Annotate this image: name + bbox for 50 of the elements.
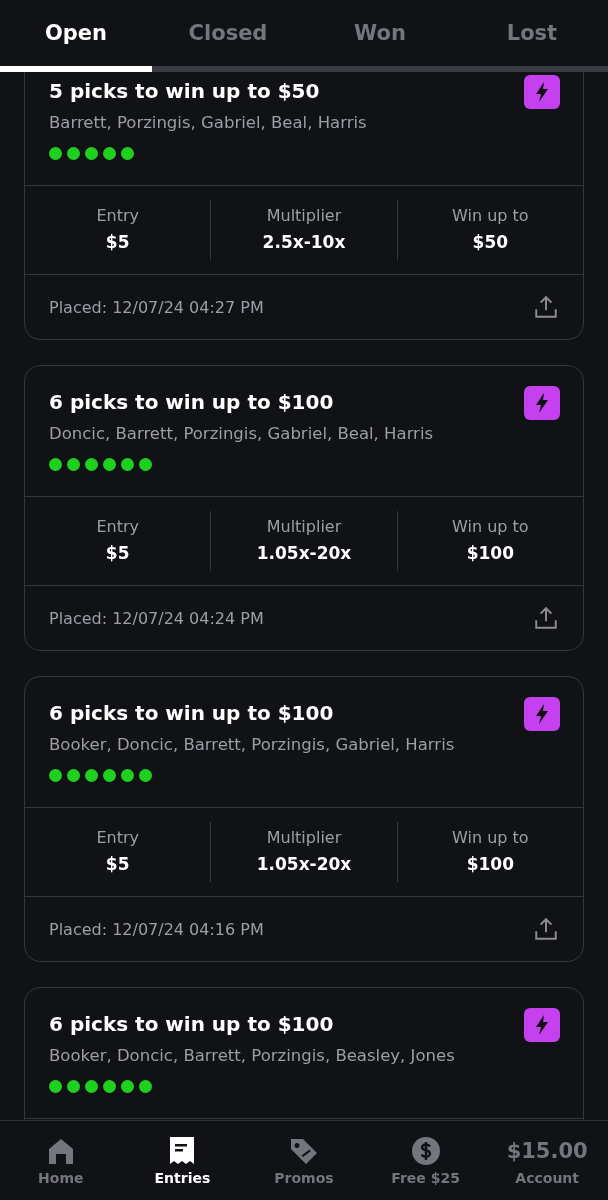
- nav-item[interactable]: Entries: [121, 1121, 244, 1200]
- entry-card[interactable]: 6 picks to win up to $100 Booker, Doncic, Barrett, Porzingis, Gabriel, Harris Entry $5 Multiplier 1.05x-20x Win up to $100 Placed: 12/07/24 04:16 PM: [24, 676, 584, 962]
- player-list: Booker, Doncic, Barrett, Porzingis, Beasley, Jones: [49, 1040, 524, 1072]
- placed-time: Placed: 12/07/24 04:16 PM: [49, 919, 264, 939]
- stat-value: 1.05x-20x: [256, 542, 352, 565]
- stat-label: Entry: [96, 827, 139, 849]
- stat-value: $100: [466, 853, 514, 876]
- tab[interactable]: Open: [0, 0, 152, 72]
- nav-item[interactable]: Promos: [243, 1121, 365, 1200]
- share-icon[interactable]: [533, 916, 559, 942]
- stat-label: Multiplier: [266, 205, 342, 227]
- placed-time: Placed: 12/07/24 04:24 PM: [49, 608, 264, 628]
- dollar-icon: [410, 1135, 441, 1166]
- stat-value: $5: [105, 231, 130, 254]
- tab[interactable]: Closed: [152, 0, 304, 72]
- stat-label: Win up to: [452, 516, 529, 538]
- tab[interactable]: Won: [304, 0, 456, 72]
- account-balance: $15.00: [506, 1137, 588, 1165]
- stat-label: Win up to: [452, 827, 529, 849]
- share-icon[interactable]: [533, 294, 559, 320]
- nav-item[interactable]: Home: [0, 1121, 122, 1200]
- stat-label: Multiplier: [266, 827, 342, 849]
- player-list: Booker, Doncic, Barrett, Porzingis, Gabriel, Harris: [49, 729, 524, 761]
- entry-title: 6 picks to win up to $100: [49, 700, 335, 727]
- entry-card[interactable]: 6 picks to win up to $100 Doncic, Barrett, Porzingis, Gabriel, Beal, Harris Entry $5 Multiplier 1.05x-20x Win up to $100 Placed: 12/07/24 04:24 PM: [24, 365, 584, 651]
- share-icon[interactable]: [533, 605, 559, 631]
- stat-value: $5: [105, 853, 130, 876]
- stat-value: 1.05x-20x: [256, 853, 352, 876]
- entry-title: 5 picks to win up to $50: [49, 78, 321, 105]
- stat-label: Entry: [96, 205, 139, 227]
- stat-value: $50: [472, 231, 509, 254]
- entry-title: 6 picks to win up to $100: [49, 389, 335, 416]
- player-list: Barrett, Porzingis, Gabriel, Beal, Harris: [49, 107, 524, 139]
- placed-time: Placed: 12/07/24 04:27 PM: [49, 297, 264, 317]
- lightning-icon: [524, 386, 560, 420]
- stat-label: Multiplier: [266, 516, 342, 538]
- tab[interactable]: Lost: [456, 0, 608, 72]
- lightning-icon: [524, 1008, 560, 1042]
- stat-value: $5: [105, 542, 130, 565]
- nav-item[interactable]: Free $25: [364, 1121, 487, 1200]
- player-list: Doncic, Barrett, Porzingis, Gabriel, Beal, Harris: [49, 418, 524, 450]
- lightning-icon: [524, 697, 560, 731]
- lightning-icon: [524, 75, 560, 109]
- stat-label: Entry: [96, 516, 139, 538]
- stat-label: Win up to: [452, 205, 529, 227]
- entry-card[interactable]: 5 picks to win up to $50 Barrett, Porzingis, Gabriel, Beal, Harris Entry $5 Multiplier 2.5x-10x Win up to $50 Placed: 12/07/24 04:27 PM: [24, 72, 584, 340]
- stat-value: 2.5x-10x: [262, 231, 346, 254]
- entry-title: 6 picks to win up to $100: [49, 1011, 335, 1038]
- nav-item[interactable]: $15.00 Account: [486, 1121, 608, 1200]
- stat-value: $100: [466, 542, 514, 565]
